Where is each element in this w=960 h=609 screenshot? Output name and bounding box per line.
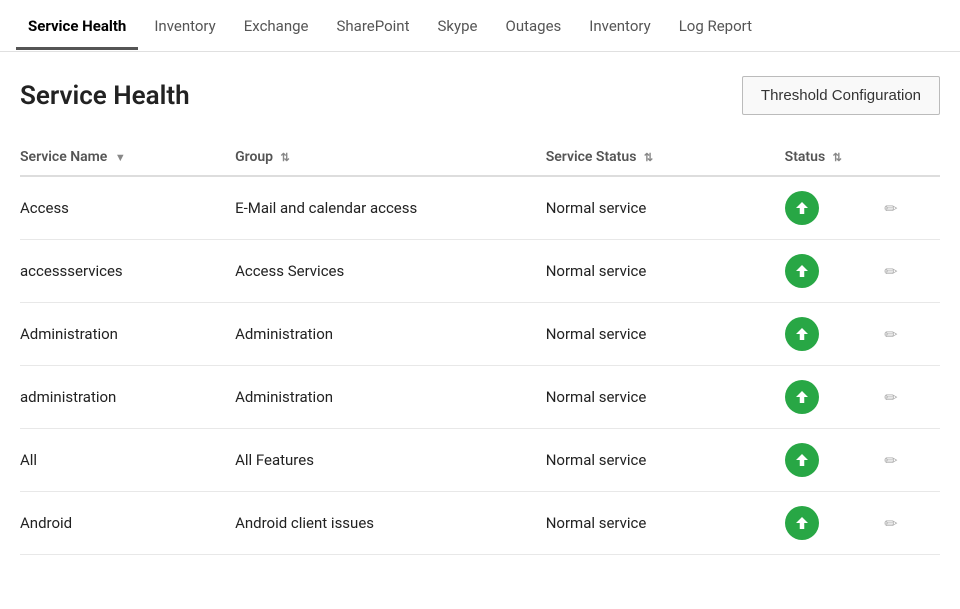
- nav-item-inventory2[interactable]: Inventory: [577, 3, 662, 49]
- cell-service-name: Administration: [20, 303, 235, 366]
- cell-status-icon: [785, 492, 881, 555]
- col-header-service-status[interactable]: Service Status ⇅: [546, 139, 785, 176]
- edit-icon[interactable]: ✏: [880, 447, 901, 474]
- cell-service-status: Normal service: [546, 366, 785, 429]
- table-row: accessservices Access Services Normal se…: [20, 240, 940, 303]
- cell-status-icon: [785, 429, 881, 492]
- edit-icon[interactable]: ✏: [880, 195, 901, 222]
- status-up-icon: [785, 443, 819, 477]
- status-up-icon: [785, 191, 819, 225]
- table-row: Administration Administration Normal ser…: [20, 303, 940, 366]
- cell-group: Administration: [235, 366, 546, 429]
- page-title: Service Health: [20, 81, 190, 111]
- edit-icon[interactable]: ✏: [880, 321, 901, 348]
- cell-service-name: Android: [20, 492, 235, 555]
- table-row: Access E-Mail and calendar access Normal…: [20, 176, 940, 240]
- top-navigation: Service Health Inventory Exchange ShareP…: [0, 0, 960, 52]
- status-up-icon: [785, 317, 819, 351]
- col-header-service-name[interactable]: Service Name ▼: [20, 139, 235, 176]
- cell-service-status: Normal service: [546, 492, 785, 555]
- table-row: All All Features Normal service ✏: [20, 429, 940, 492]
- cell-edit[interactable]: ✏: [880, 366, 940, 429]
- table-header-row: Service Name ▼ Group ⇅ Service Status ⇅ …: [20, 139, 940, 176]
- cell-edit[interactable]: ✏: [880, 240, 940, 303]
- edit-icon[interactable]: ✏: [880, 384, 901, 411]
- nav-item-inventory[interactable]: Inventory: [142, 3, 227, 49]
- service-health-table: Service Name ▼ Group ⇅ Service Status ⇅ …: [20, 139, 940, 555]
- edit-icon[interactable]: ✏: [880, 510, 901, 537]
- status-up-icon: [785, 254, 819, 288]
- cell-edit[interactable]: ✏: [880, 429, 940, 492]
- cell-status-icon: [785, 366, 881, 429]
- sort-icon-service-status: ⇅: [644, 151, 653, 164]
- cell-service-status: Normal service: [546, 303, 785, 366]
- status-up-icon: [785, 380, 819, 414]
- cell-service-name: All: [20, 429, 235, 492]
- status-up-icon: [785, 506, 819, 540]
- cell-service-name: accessservices: [20, 240, 235, 303]
- cell-service-status: Normal service: [546, 429, 785, 492]
- cell-edit[interactable]: ✏: [880, 303, 940, 366]
- nav-item-sharepoint[interactable]: SharePoint: [325, 3, 422, 49]
- cell-edit[interactable]: ✏: [880, 176, 940, 240]
- col-header-status[interactable]: Status ⇅: [785, 139, 881, 176]
- col-header-edit: [880, 139, 940, 176]
- cell-service-status: Normal service: [546, 176, 785, 240]
- threshold-configuration-button[interactable]: Threshold Configuration: [742, 76, 940, 115]
- cell-group: E-Mail and calendar access: [235, 176, 546, 240]
- cell-group: Android client issues: [235, 492, 546, 555]
- cell-group: Administration: [235, 303, 546, 366]
- cell-group: Access Services: [235, 240, 546, 303]
- sort-icon-status: ⇅: [833, 151, 842, 164]
- sort-icon-service-name: ▼: [115, 151, 126, 164]
- page-content: Service Health Threshold Configuration S…: [0, 52, 960, 575]
- cell-edit[interactable]: ✏: [880, 492, 940, 555]
- col-header-group[interactable]: Group ⇅: [235, 139, 546, 176]
- sort-icon-group: ⇅: [281, 151, 290, 164]
- cell-service-name: Access: [20, 176, 235, 240]
- cell-service-name: administration: [20, 366, 235, 429]
- page-header: Service Health Threshold Configuration: [20, 76, 940, 115]
- nav-item-log-report[interactable]: Log Report: [667, 3, 764, 49]
- table-row: administration Administration Normal ser…: [20, 366, 940, 429]
- cell-status-icon: [785, 240, 881, 303]
- nav-item-service-health[interactable]: Service Health: [16, 3, 138, 49]
- cell-group: All Features: [235, 429, 546, 492]
- cell-status-icon: [785, 176, 881, 240]
- nav-item-skype[interactable]: Skype: [426, 3, 490, 49]
- nav-item-outages[interactable]: Outages: [494, 3, 574, 49]
- edit-icon[interactable]: ✏: [880, 258, 901, 285]
- table-row: Android Android client issues Normal ser…: [20, 492, 940, 555]
- cell-service-status: Normal service: [546, 240, 785, 303]
- nav-item-exchange[interactable]: Exchange: [232, 3, 321, 49]
- cell-status-icon: [785, 303, 881, 366]
